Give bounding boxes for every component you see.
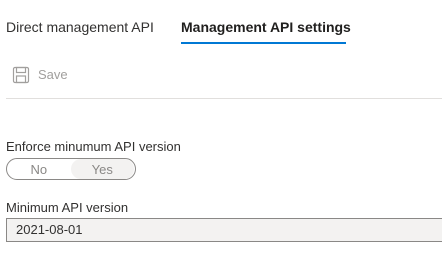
save-icon: [12, 66, 30, 84]
toggle-option-no[interactable]: No: [7, 159, 71, 179]
save-button-label: Save: [38, 67, 68, 82]
tab-direct-management-api[interactable]: Direct management API: [6, 18, 154, 36]
min-api-version-field[interactable]: 2021-08-01: [6, 218, 442, 242]
active-tab-indicator: [181, 42, 346, 44]
tab-bar: Direct management API Management API set…: [0, 0, 442, 50]
tab-management-api-settings[interactable]: Management API settings: [181, 18, 351, 36]
toggle-option-yes[interactable]: Yes: [70, 159, 134, 179]
min-api-version-label: Minimum API version: [6, 200, 129, 215]
enforce-min-api-version-toggle: No Yes: [6, 158, 136, 180]
save-button[interactable]: Save: [12, 65, 68, 85]
enforce-min-api-version-label: Enforce minumum API version: [6, 139, 181, 154]
toolbar-divider: [6, 98, 442, 99]
toolbar: Save: [0, 60, 442, 100]
